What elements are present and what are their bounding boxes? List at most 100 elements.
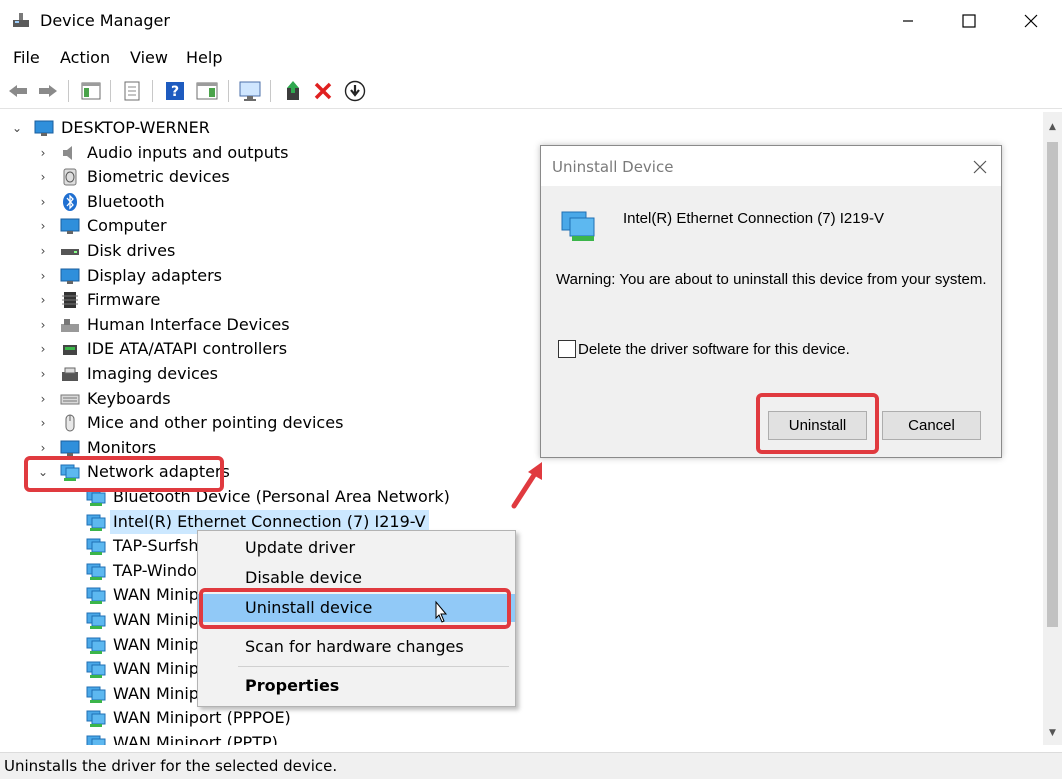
chevron-right-icon[interactable]: ›	[36, 288, 50, 312]
disk-drive-icon	[60, 242, 80, 260]
monitor-icon	[60, 439, 80, 457]
tree-root[interactable]: ⌄ DESKTOP-WERNER	[0, 116, 1043, 140]
chevron-right-icon[interactable]: ›	[36, 165, 50, 189]
properties-button[interactable]	[120, 79, 144, 103]
tree-item-label: Disk drives	[87, 241, 176, 260]
network-adapter-icon	[86, 685, 106, 703]
tree-device-3[interactable]: TAP-Windo	[0, 559, 1043, 583]
menu-action[interactable]: Action	[60, 48, 110, 67]
delete-driver-checkbox[interactable]	[558, 340, 576, 358]
monitor-icon	[239, 81, 261, 101]
tree-device-8[interactable]: WAN Minip	[0, 682, 1043, 706]
chevron-right-icon[interactable]: ›	[36, 362, 50, 386]
dialog-warning: Warning: You are about to uninstall this…	[556, 271, 987, 288]
tree-item-label: TAP-Windo	[113, 560, 197, 580]
tree-item-label: Firmware	[87, 290, 161, 310]
cancel-button[interactable]: Cancel	[882, 411, 981, 440]
maximize-button[interactable]	[946, 0, 992, 42]
tree-item-label: Keyboards	[87, 388, 171, 408]
tree-device-2[interactable]: TAP-Surfsha	[0, 534, 1043, 558]
chevron-right-icon[interactable]: ›	[36, 313, 50, 337]
action-pane-icon	[196, 82, 218, 100]
mouse-icon	[60, 414, 80, 432]
title-bar: Device Manager	[0, 0, 1062, 42]
close-icon	[973, 160, 987, 174]
hid-icon	[60, 316, 80, 334]
tree-item-label: Display adapters	[87, 265, 223, 285]
tree-device-9[interactable]: WAN Miniport (PPPOE)	[0, 706, 1043, 730]
scroll-down-icon[interactable]: ▼	[1043, 724, 1062, 742]
chevron-right-icon[interactable]: ›	[36, 337, 50, 361]
chevron-down-icon[interactable]: ⌄	[10, 116, 24, 140]
uninstall-button[interactable]	[311, 79, 335, 103]
network-adapter-icon	[86, 586, 106, 605]
help-icon: ?	[166, 82, 184, 100]
tree-item-label: Bluetooth	[87, 191, 165, 211]
download-icon	[344, 80, 366, 102]
scroll-up-icon[interactable]: ▲	[1043, 118, 1062, 136]
properties-icon	[124, 81, 140, 101]
toolbar-separator	[228, 80, 229, 102]
network-adapter-icon	[86, 537, 106, 556]
uninstall-device-highlight	[199, 588, 511, 629]
window-title: Device Manager	[40, 11, 170, 30]
tree-device-7[interactable]: WAN Minip	[0, 657, 1043, 681]
vertical-scrollbar[interactable]: ▲ ▼	[1043, 112, 1062, 745]
tree-device-6[interactable]: WAN Minip	[0, 633, 1043, 657]
console-tree-button[interactable]	[79, 79, 103, 103]
tree-device-10[interactable]: WAN Miniport (PPTP)	[0, 731, 1043, 745]
menu-properties[interactable]: Properties	[198, 672, 515, 700]
device-manager-icon	[13, 13, 29, 27]
help-button[interactable]: ?	[163, 79, 187, 103]
toolbar-separator	[152, 80, 153, 102]
scan-hardware-button[interactable]	[238, 79, 262, 103]
minimize-button[interactable]	[885, 0, 931, 42]
tree-item-label: Audio inputs and outputs	[87, 142, 289, 162]
imaging-icon	[60, 365, 80, 383]
dialog-title: Uninstall Device	[552, 158, 674, 176]
tree-item-label: DESKTOP-WERNER	[61, 118, 210, 137]
network-adapter-icon	[86, 562, 106, 580]
chevron-right-icon[interactable]: ›	[36, 411, 50, 435]
chevron-right-icon[interactable]: ›	[36, 214, 50, 238]
tree-item-label: WAN Miniport (PPTP)	[113, 733, 278, 745]
tree-item-label: TAP-Surfsha	[113, 536, 209, 556]
chevron-right-icon[interactable]: ›	[36, 264, 50, 288]
forward-icon	[39, 85, 57, 97]
show-hide-console-tree-icon	[81, 82, 101, 100]
back-button[interactable]	[6, 79, 30, 103]
forward-button[interactable]	[36, 79, 60, 103]
mouse-pointer-icon	[435, 600, 448, 623]
network-adapter-icon	[86, 513, 106, 531]
dialog-device-name: Intel(R) Ethernet Connection (7) I219-V	[623, 210, 884, 227]
toolbar	[0, 74, 1062, 109]
menu-view[interactable]: View	[130, 48, 168, 67]
tree-device-4[interactable]: WAN Minip	[0, 583, 1043, 607]
action-pane-button[interactable]	[195, 79, 219, 103]
menu-scan-hardware[interactable]: Scan for hardware changes	[198, 633, 515, 661]
toolbar-separator	[68, 80, 69, 102]
status-text: Uninstalls the driver for the selected d…	[4, 757, 338, 775]
update-driver-button[interactable]	[282, 79, 306, 103]
biometric-icon	[60, 168, 80, 186]
download-button[interactable]	[343, 79, 367, 103]
tree-item-label: Biometric devices	[87, 167, 230, 187]
menu-file[interactable]: File	[13, 48, 40, 67]
network-adapter-icon	[86, 611, 106, 629]
chevron-right-icon[interactable]: ›	[36, 387, 50, 411]
chevron-right-icon[interactable]: ›	[36, 239, 50, 263]
menu-update-driver[interactable]: Update driver	[198, 534, 515, 562]
close-button[interactable]	[1008, 0, 1054, 42]
tree-device-1[interactable]: Intel(R) Ethernet Connection (7) I219-V	[0, 509, 1043, 534]
svg-text:?: ?	[171, 84, 179, 100]
chevron-right-icon[interactable]: ›	[36, 190, 50, 214]
dialog-close-button[interactable]	[967, 154, 993, 180]
tree-device-5[interactable]: WAN Minip	[0, 608, 1043, 632]
scrollbar-thumb[interactable]	[1047, 142, 1058, 627]
keyboard-icon	[60, 390, 80, 408]
tree-item-label: Computer	[87, 216, 167, 236]
menu-help[interactable]: Help	[186, 48, 222, 67]
tree-item-label: WAN Minip	[113, 610, 199, 629]
chevron-right-icon[interactable]: ›	[36, 141, 50, 165]
ide-controller-icon	[60, 340, 80, 358]
